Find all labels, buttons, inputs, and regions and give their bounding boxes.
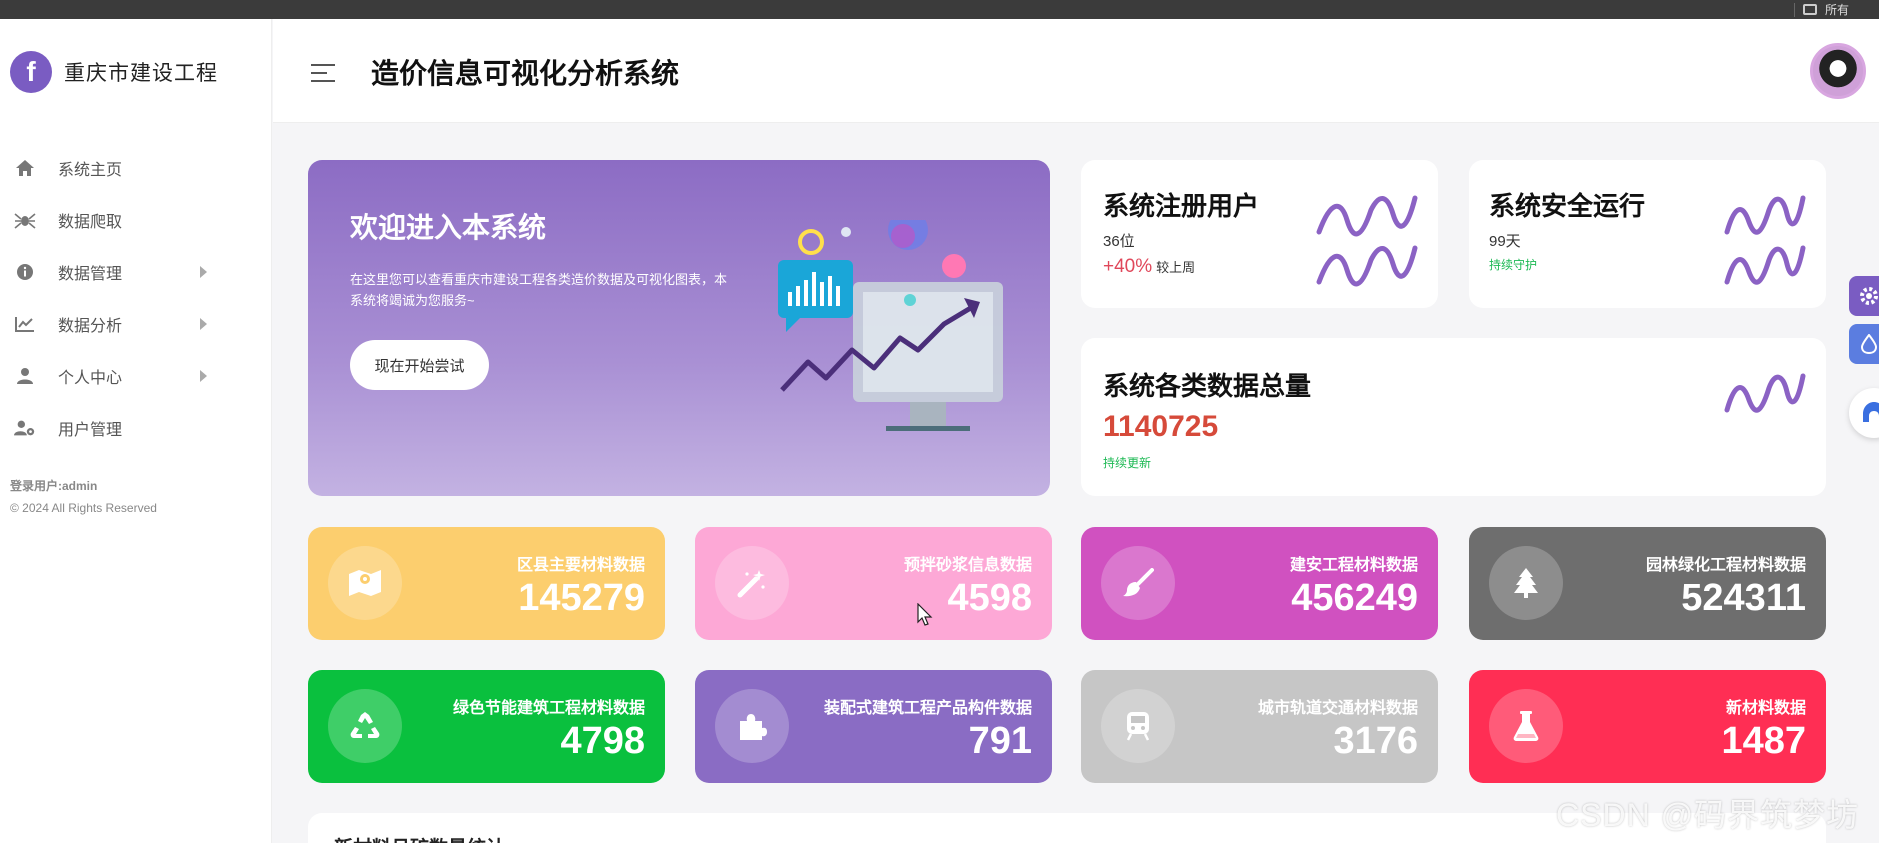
tile-label: 装配式建筑工程产品构件数据 [823,700,1032,717]
map-icon [328,546,402,620]
drop-icon[interactable] [1849,324,1879,364]
tile-construction-materials[interactable]: 建安工程材料数据 456249 [1081,527,1438,640]
safe-uptime-title: 系统安全运行 [1489,191,1646,221]
sidebar-item-label: 个人中心 [58,370,123,387]
tile-value: 4598 [947,577,1032,619]
registered-users-title: 系统注册用户 [1103,191,1260,221]
brand-name: 重庆市建设工程 [64,62,218,85]
window-icon[interactable] [1802,4,1817,15]
tile-label: 建安工程材料数据 [1289,557,1418,574]
train-icon [1101,689,1175,763]
topbar-separator [1793,2,1795,17]
welcome-title: 欢迎进入本系统 [350,212,547,243]
sidebar-item-user-management[interactable]: 用户管理 [0,402,272,454]
registered-users-value: 36位 [1103,233,1135,250]
safe-uptime-value: 99天 [1489,233,1521,250]
wave-icon [1724,195,1806,285]
sidebar-item-data-analysis[interactable]: 数据分析 [0,298,272,350]
puzzle-icon [715,689,789,763]
tile-label: 城市轨道交通材料数据 [1257,700,1418,717]
gear-icon[interactable] [1849,276,1879,316]
sidebar-item-label: 用户管理 [58,422,123,439]
registered-users-change: +40% 较上周 [1103,256,1195,278]
sidebar-footer: 登录用户:admin © 2024 All Rights Reserved [10,475,157,519]
tile-rail-transit-materials[interactable]: 城市轨道交通材料数据 3176 [1081,670,1438,783]
tile-value: 1487 [1721,720,1806,762]
home-icon [14,157,36,179]
tile-value: 3176 [1333,720,1418,762]
sidebar-item-home[interactable]: 系统主页 [0,142,272,194]
tile-value: 524311 [1681,577,1806,619]
tile-prefab-components[interactable]: 装配式建筑工程产品构件数据 791 [695,670,1052,783]
total-data-title: 系统各类数据总量 [1103,371,1312,401]
change-percent: +40% [1103,256,1153,277]
magic-wand-icon [715,546,789,620]
total-data-note: 持续更新 [1103,456,1152,470]
tile-label: 区县主要材料数据 [516,557,645,574]
topbar-label[interactable]: 所有 [1825,1,1849,18]
safe-uptime-note: 持续守护 [1489,258,1538,272]
brand[interactable]: f 重庆市建设工程 [10,51,218,93]
registered-users-card: 系统注册用户 36位 +40% 较上周 [1081,160,1438,308]
tile-value: 456249 [1291,577,1418,619]
header: 造价信息可视化分析系统 [273,19,1879,123]
tree-icon [1489,546,1563,620]
tile-label: 绿色节能建筑工程材料数据 [452,700,645,717]
mouse-cursor-icon [917,603,933,626]
assistant-icon[interactable] [1849,388,1879,438]
start-try-button[interactable]: 现在开始尝试 [350,340,489,390]
sidebar: f 重庆市建设工程 系统主页 数据爬取 数据管理 数据分析 个人中心 用户管理 … [0,19,272,843]
line-chart-icon [14,313,36,335]
topbar-right: 所有 [1793,0,1849,19]
welcome-description: 在这里您可以查看重庆市建设工程各类造价数据及可视化图表，本系统将竭诚为您服务~ [350,272,728,308]
tile-value: 791 [968,720,1032,762]
sidebar-item-label: 系统主页 [58,162,123,179]
total-data-value: 1140725 [1103,410,1219,443]
tile-green-building-materials[interactable]: 绿色节能建筑工程材料数据 4798 [308,670,665,783]
tile-mortar-info[interactable]: 预拌砂浆信息数据 4598 [695,527,1052,640]
recycle-icon [328,689,402,763]
tile-new-materials[interactable]: 新材料数据 1487 [1469,670,1826,783]
safe-uptime-card: 系统安全运行 99天 持续守护 [1469,160,1826,308]
page-title: 造价信息可视化分析系统 [371,58,680,89]
sidebar-item-label: 数据爬取 [58,214,123,231]
tile-district-materials[interactable]: 区县主要材料数据 145279 [308,527,665,640]
tile-label: 园林绿化工程材料数据 [1645,557,1806,574]
flask-icon [1489,689,1563,763]
monthly-stats-title: 新材料月矿数量统计 [334,833,505,843]
spider-icon [14,209,36,231]
menu-toggle-icon[interactable] [311,64,335,88]
sidebar-item-crawl[interactable]: 数据爬取 [0,194,272,246]
tile-landscape-materials[interactable]: 园林绿化工程材料数据 524311 [1469,527,1826,640]
chevron-right-icon [200,318,207,330]
wave-icon [1724,373,1806,413]
info-icon [14,261,36,283]
sidebar-item-label: 数据管理 [58,266,123,283]
window-topbar: 所有 [0,0,1879,19]
tile-value: 4798 [560,720,645,762]
tile-value: 145279 [518,577,645,619]
brand-logo-icon: f [10,51,52,93]
analytics-illustration-icon [778,220,1003,431]
sidebar-item-profile[interactable]: 个人中心 [0,350,272,402]
chevron-right-icon [200,266,207,278]
copyright: © 2024 All Rights Reserved [10,501,157,515]
login-user: 登录用户:admin [10,479,98,493]
total-data-card: 系统各类数据总量 1140725 持续更新 [1081,338,1826,496]
tile-label: 新材料数据 [1725,700,1806,717]
change-note: 较上周 [1156,260,1196,275]
sidebar-menu: 系统主页 数据爬取 数据管理 数据分析 个人中心 用户管理 [0,142,272,454]
chevron-right-icon [200,370,207,382]
sidebar-item-data-management[interactable]: 数据管理 [0,246,272,298]
brush-icon [1101,546,1175,620]
user-cog-icon [14,417,36,439]
sidebar-item-label: 数据分析 [58,318,123,335]
user-icon [14,365,36,387]
tile-label: 预拌砂浆信息数据 [903,557,1032,574]
avatar[interactable] [1810,43,1866,99]
wave-icon [1316,195,1418,287]
welcome-card: 欢迎进入本系统 在这里您可以查看重庆市建设工程各类造价数据及可视化图表，本系统将… [308,160,1050,496]
watermark: CSDN @码界筑梦坊 [1556,797,1860,833]
